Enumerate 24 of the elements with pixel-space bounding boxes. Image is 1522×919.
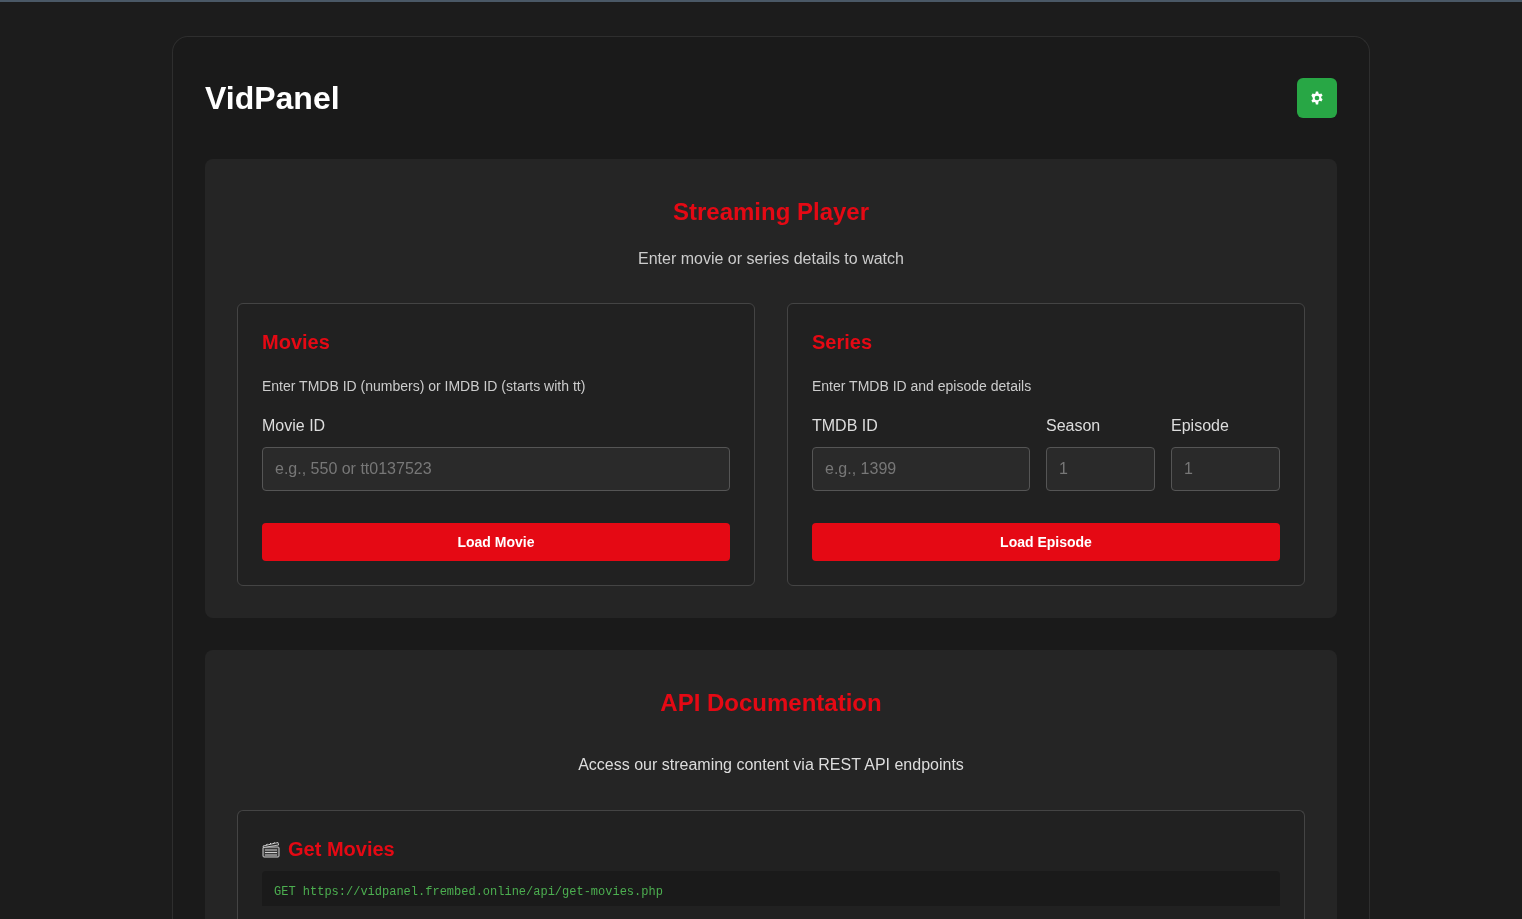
card-description: Enter TMDB ID and episode details [812, 377, 1033, 396]
code-block: GET https://vidpanel.frembed.online/api/get-movies.php [262, 871, 1280, 906]
endpoint-title: Get Movies [288, 837, 395, 862]
card-title: Movies [262, 330, 331, 355]
section-subtitle: Access our streaming content via REST API endpoints [577, 755, 965, 775]
section-subtitle: Enter movie or series details to watch [637, 249, 905, 269]
field-label: Movie ID [262, 416, 327, 436]
load-button[interactable]: Load Movie [262, 523, 730, 561]
card-title: Series [812, 330, 874, 355]
app-title: VidPanel [205, 79, 340, 118]
clapperboard-icon [262, 840, 280, 858]
field-label: Season [1046, 416, 1102, 436]
field-label: Episode [1171, 416, 1230, 436]
input-field[interactable]: 1 [1171, 447, 1280, 491]
input-field[interactable]: e.g., 1399 [812, 447, 1030, 491]
load-button[interactable]: Load Episode [812, 523, 1280, 561]
input-field[interactable]: e.g., 550 or tt0137523 [262, 447, 730, 491]
input-field[interactable]: 1 [1046, 447, 1155, 491]
section-title: Streaming Player [671, 197, 871, 227]
field-label: TMDB ID [812, 416, 879, 436]
settings-icon [1310, 91, 1324, 105]
settings-button[interactable] [1297, 78, 1337, 118]
section-title: API Documentation [659, 688, 883, 718]
card-description: Enter TMDB ID (numbers) or IMDB ID (starts with tt) [262, 377, 587, 396]
